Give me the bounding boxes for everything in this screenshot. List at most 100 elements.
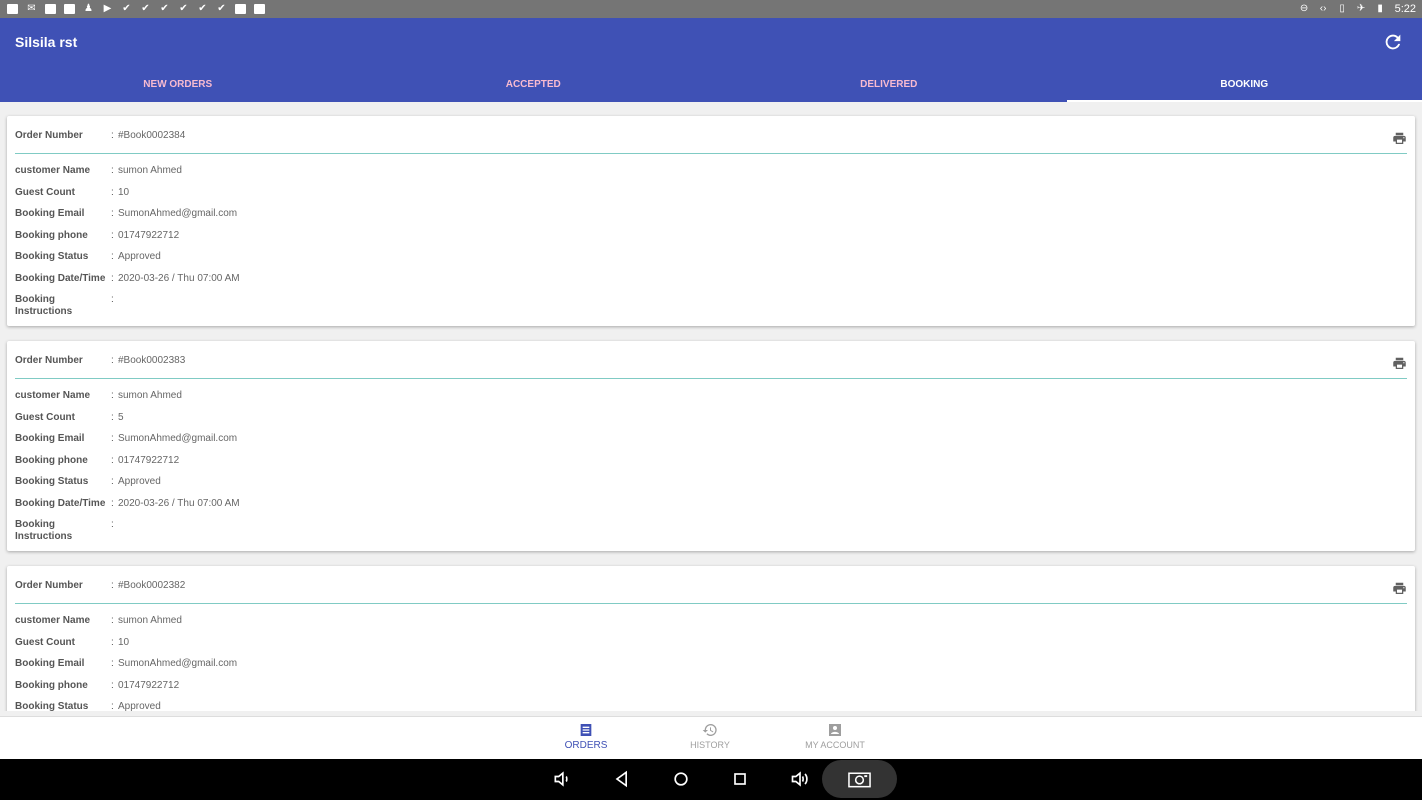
- history-icon: [702, 724, 717, 736]
- card-body: customer Name: sumon Ahmed Guest Count:5 …: [7, 379, 1415, 549]
- guest-count-label: Guest Count: [15, 186, 75, 198]
- booking-card: Order Number : #Book0002384 customer Nam…: [7, 116, 1415, 326]
- notification-icons: ✉ ♟ ▶ ✔ ✔ ✔ ✔ ✔ ✔: [6, 4, 266, 15]
- camera-icon: [848, 772, 871, 788]
- do-not-disturb-icon: ⊖: [1299, 3, 1309, 14]
- note-icon: [253, 4, 266, 15]
- order-number-value: #Book0002383: [118, 354, 186, 366]
- home-icon[interactable]: [671, 769, 691, 789]
- refresh-icon[interactable]: [1382, 31, 1404, 53]
- app-title: Silsila rst: [15, 34, 78, 50]
- nav-my-account[interactable]: MY ACCOUNT: [790, 722, 880, 750]
- volume-down-icon[interactable]: [552, 769, 572, 789]
- guest-count-value: 10: [118, 186, 130, 198]
- order-number-label: Order Number: [15, 354, 83, 366]
- booking-email-value: SumonAhmed@gmail.com: [118, 433, 238, 444]
- guest-count-label: Guest Count: [15, 411, 75, 423]
- separator: :: [111, 658, 114, 669]
- card-body: customer Name: sumon Ahmed Guest Count:10…: [7, 604, 1415, 711]
- booking-phone-value: 01747922712: [118, 679, 180, 691]
- guest-count-label: Guest Count: [15, 636, 75, 648]
- check-icon: ✔: [160, 3, 169, 14]
- print-icon[interactable]: [1392, 582, 1407, 596]
- separator: :: [111, 294, 114, 305]
- nav-orders[interactable]: ORDERS: [541, 722, 631, 751]
- guest-count-value: 5: [118, 411, 124, 423]
- print-icon[interactable]: [1392, 357, 1407, 371]
- separator: :: [111, 701, 114, 711]
- customer-name-value: sumon Ahmed: [118, 615, 182, 626]
- booking-status-value: Approved: [118, 476, 161, 487]
- check-icon: ✔: [198, 3, 207, 14]
- nav-history-label: HISTORY: [690, 740, 730, 750]
- separator: :: [111, 165, 114, 176]
- booking-phone-label: Booking phone: [15, 454, 88, 466]
- check-icon: ✔: [217, 3, 226, 14]
- tab-new-orders[interactable]: NEW ORDERS: [0, 66, 356, 102]
- customer-name-label: customer Name: [15, 165, 91, 176]
- separator: :: [111, 129, 114, 141]
- check-icon: ✔: [179, 3, 188, 14]
- booking-status-label: Booking Status: [15, 251, 89, 262]
- bottom-navigation: ORDERS HISTORY MY ACCOUNT: [0, 716, 1422, 759]
- booking-datetime-label: Booking Date/Time: [15, 497, 106, 509]
- clock: 5:22: [1394, 3, 1416, 15]
- separator: :: [111, 433, 114, 444]
- back-icon[interactable]: [612, 769, 632, 789]
- booking-instructions-label: Booking Instructions: [15, 519, 73, 542]
- card-header: Order Number : #Book0002384: [15, 116, 1407, 154]
- system-navigation-bar: [0, 759, 1422, 800]
- booking-status-label: Booking Status: [15, 476, 89, 487]
- order-number-value: #Book0002382: [118, 579, 186, 591]
- separator: :: [111, 186, 114, 198]
- airplane-icon: ✈: [1356, 3, 1366, 14]
- booking-status-value: Approved: [118, 701, 161, 711]
- guest-count-value: 10: [118, 636, 130, 648]
- notification-icon: [6, 4, 19, 15]
- youtube-icon: ▶: [103, 3, 112, 14]
- customer-name-label: customer Name: [15, 390, 91, 401]
- order-number-label: Order Number: [15, 129, 83, 141]
- system-icons: ⊖ ‹› ▯ ✈ ▮ 5:22: [1298, 3, 1416, 15]
- booking-datetime-value: 2020-03-26 / Thu 07:00 AM: [118, 272, 240, 284]
- separator: :: [111, 579, 114, 591]
- card-header: Order Number : #Book0002382: [15, 566, 1407, 604]
- separator: :: [111, 519, 114, 530]
- booking-email-value: SumonAhmed@gmail.com: [118, 658, 238, 669]
- booking-email-label: Booking Email: [15, 433, 85, 444]
- booking-email-value: SumonAhmed@gmail.com: [118, 208, 238, 219]
- list-icon: [580, 724, 592, 736]
- booking-phone-value: 01747922712: [118, 229, 180, 241]
- separator: :: [111, 229, 114, 241]
- tab-delivered[interactable]: DELIVERED: [711, 66, 1067, 102]
- booking-status-value: Approved: [118, 251, 161, 262]
- order-number-label: Order Number: [15, 579, 83, 591]
- card-body: customer Name: sumon Ahmed Guest Count:10…: [7, 154, 1415, 324]
- booking-list[interactable]: Order Number : #Book0002384 customer Nam…: [0, 102, 1422, 711]
- tab-bar: NEW ORDERS ACCEPTED DELIVERED BOOKING: [0, 66, 1422, 102]
- tab-accepted[interactable]: ACCEPTED: [356, 66, 712, 102]
- mail-icon: ✉: [27, 3, 36, 14]
- data-sync-icon: ‹›: [1319, 3, 1327, 14]
- order-number-value: #Book0002384: [118, 129, 186, 141]
- screenshot-button[interactable]: [822, 760, 897, 798]
- booking-phone-label: Booking phone: [15, 679, 88, 691]
- tab-booking[interactable]: BOOKING: [1066, 66, 1422, 102]
- volume-up-icon[interactable]: [790, 769, 810, 789]
- separator: :: [111, 454, 114, 466]
- booking-instructions-label: Booking Instructions: [15, 294, 73, 317]
- card-header: Order Number : #Book0002383: [15, 341, 1407, 379]
- separator: :: [111, 411, 114, 423]
- chess-icon: ♟: [84, 3, 93, 14]
- image-icon: [44, 4, 57, 15]
- no-sim-icon: ▯: [1339, 3, 1345, 14]
- account-box-icon: [829, 724, 841, 736]
- print-icon[interactable]: [1392, 132, 1407, 146]
- booking-email-label: Booking Email: [15, 208, 85, 219]
- separator: :: [111, 390, 114, 401]
- app-bar: Silsila rst NEW ORDERS ACCEPTED DELIVERE…: [0, 18, 1422, 102]
- nav-history[interactable]: HISTORY: [665, 722, 755, 750]
- recents-icon[interactable]: [730, 769, 750, 789]
- status-bar: ✉ ♟ ▶ ✔ ✔ ✔ ✔ ✔ ✔ ⊖ ‹› ▯ ✈ ▮ 5:22: [0, 0, 1422, 18]
- separator: :: [111, 497, 114, 509]
